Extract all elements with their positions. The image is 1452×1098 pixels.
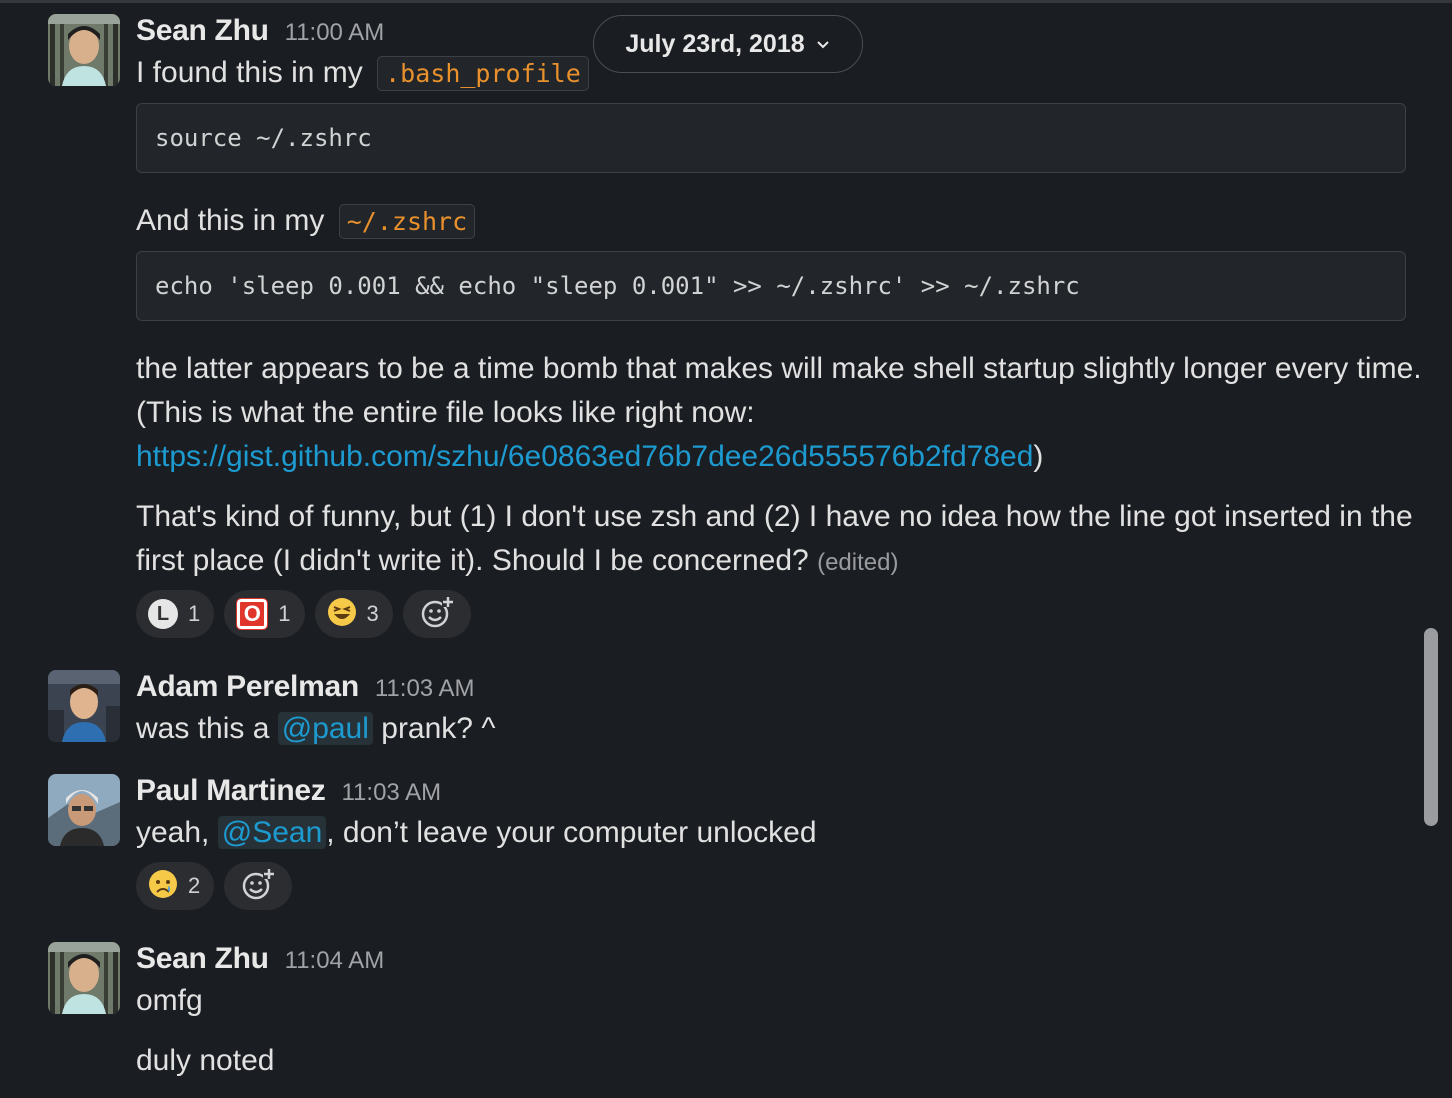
message-header: Sean Zhu 11:04 AM	[136, 942, 384, 976]
edited-label: (edited)	[817, 549, 899, 576]
reaction-bar: 2	[136, 862, 293, 910]
mention-paul[interactable]: @paul	[277, 712, 373, 745]
message-header: Sean Zhu 11:00 AM	[136, 14, 384, 48]
reaction-bar: L 1 O 1 3	[136, 590, 471, 638]
gist-link[interactable]: https://gist.github.com/szhu/6e0863ed76b…	[136, 440, 1033, 473]
message-text: first place (I didn't write it). Should …	[136, 544, 898, 578]
timestamp[interactable]: 11:00 AM	[285, 19, 385, 47]
scrollbar-thumb[interactable]	[1424, 628, 1438, 826]
reaction-pill[interactable]: 2	[136, 862, 215, 910]
timestamp[interactable]: 11:04 AM	[285, 947, 385, 975]
sender-name[interactable]: Sean Zhu	[136, 942, 269, 976]
sender-name[interactable]: Sean Zhu	[136, 14, 269, 48]
o-badge-icon: O	[236, 598, 269, 630]
reaction-count: 3	[366, 601, 379, 626]
l-badge-icon: L	[148, 599, 178, 629]
add-reaction-button[interactable]	[224, 862, 293, 910]
message-text: duly noted	[136, 1044, 275, 1077]
add-reaction-button[interactable]	[402, 590, 471, 638]
message-text: yeah, @Sean, don’t leave your computer u…	[136, 816, 817, 850]
text-span: )	[1033, 440, 1044, 473]
text-span: was this a	[136, 712, 278, 745]
top-divider	[0, 0, 1452, 3]
text-span: first place (I didn't write it). Should …	[136, 544, 818, 577]
text-span: yeah,	[136, 816, 218, 849]
reaction-pill[interactable]: O 1	[224, 590, 305, 638]
reaction-pill[interactable]: L 1	[136, 590, 215, 638]
reaction-count: 2	[188, 873, 201, 898]
reaction-count: 1	[188, 601, 201, 626]
message-text: (This is what the entire file looks like…	[136, 396, 755, 429]
message-text: https://gist.github.com/szhu/6e0863ed76b…	[136, 440, 1043, 474]
sender-name[interactable]: Adam Perelman	[136, 670, 359, 704]
inline-code: .bash_profile	[377, 56, 589, 91]
sender-name[interactable]: Paul Martinez	[136, 774, 326, 808]
message-header: Adam Perelman 11:03 AM	[136, 670, 474, 704]
avatar-paul-martinez[interactable]	[48, 774, 120, 846]
text-span: I found this in my	[136, 56, 372, 89]
timestamp[interactable]: 11:03 AM	[375, 675, 475, 703]
text-span: , don’t leave your computer unlocked	[326, 816, 817, 849]
reaction-pill[interactable]: 3	[314, 590, 393, 638]
add-emoji-icon	[420, 594, 454, 634]
message-text: omfg	[136, 984, 203, 1017]
reaction-count: 1	[278, 601, 291, 626]
date-label: July 23rd, 2018	[625, 29, 805, 58]
chevron-down-icon	[815, 30, 831, 59]
message-header: Paul Martinez 11:03 AM	[136, 774, 441, 808]
message-text: was this a @paul prank? ^	[136, 712, 495, 746]
laughing-face-icon	[327, 597, 357, 632]
text-span: prank? ^	[372, 712, 496, 745]
timestamp[interactable]: 11:03 AM	[341, 779, 441, 807]
avatar-sean-zhu[interactable]	[48, 942, 120, 1014]
code-block: source ~/.zshrc	[136, 103, 1406, 173]
add-emoji-icon	[241, 866, 276, 906]
text-span: And this in my	[136, 204, 333, 237]
message-text: That's kind of funny, but (1) I don't us…	[136, 500, 1413, 533]
crying-face-icon	[148, 869, 178, 904]
inline-code: ~/.zshrc	[338, 204, 476, 239]
code-block: echo 'sleep 0.001 && echo "sleep 0.001" …	[136, 251, 1406, 321]
date-divider-button[interactable]: July 23rd, 2018	[593, 15, 863, 73]
avatar-sean-zhu[interactable]	[48, 14, 120, 86]
message-text: And this in my ~/.zshrc	[136, 204, 476, 239]
message-text: I found this in my .bash_profile	[136, 56, 589, 91]
message-text: the latter appears to be a time bomb tha…	[136, 352, 1422, 385]
avatar-adam-perelman[interactable]	[48, 670, 120, 742]
mention-sean[interactable]: @Sean	[217, 816, 327, 849]
